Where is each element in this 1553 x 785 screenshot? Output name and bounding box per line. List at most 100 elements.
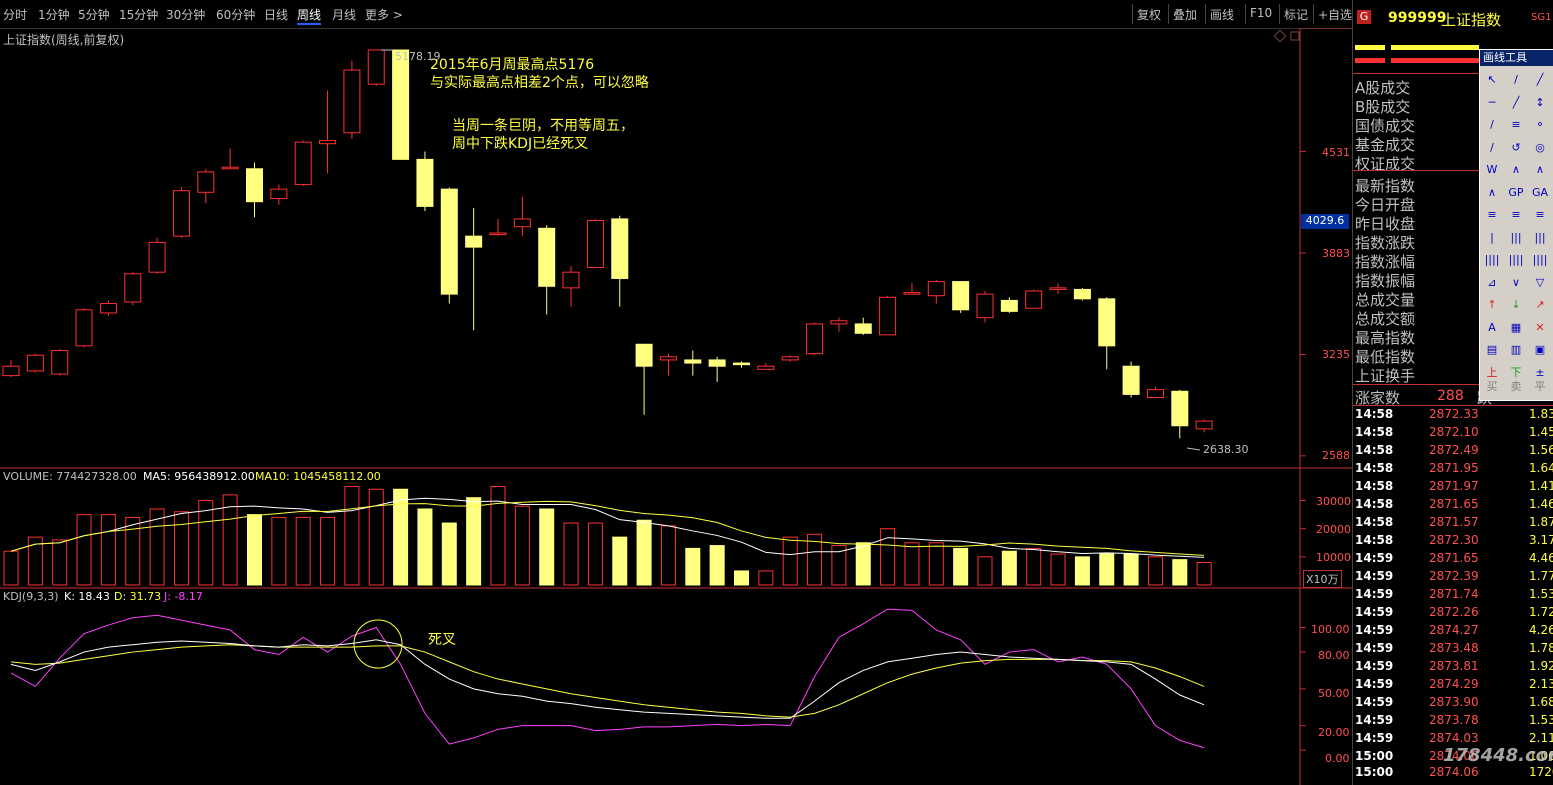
period-tab-0[interactable]: 分时 — [3, 6, 27, 23]
period-tab-9[interactable]: 更多 > — [365, 6, 403, 23]
drawing-tool-icon[interactable]: ∧ — [1506, 160, 1526, 180]
quote-field-11: 总成交量 — [1355, 291, 1416, 309]
volume-label: VOLUME: 774427328.00 — [3, 470, 137, 483]
quote-field-3: 基金成交 — [1355, 136, 1416, 154]
tick-volume: 1.72 — [1529, 605, 1553, 619]
toolbar-button-3[interactable]: F10 — [1250, 6, 1272, 20]
tick-volume: 3.17 — [1529, 533, 1553, 547]
candle-body — [440, 188, 458, 295]
drawing-tool-icon[interactable]: ⊿ — [1482, 273, 1502, 293]
drawing-tool-icon[interactable]: / — [1482, 115, 1502, 135]
drawing-tool-icon[interactable]: ╱ — [1530, 70, 1550, 90]
drawing-tool-icon[interactable]: ╱ — [1506, 93, 1526, 113]
toolbar-button-5[interactable]: +自选 — [1318, 6, 1352, 23]
drawing-tools-title: 画线工具 — [1480, 50, 1553, 66]
volume-bar — [368, 488, 384, 586]
drawing-tool-icon[interactable]: ∨ — [1506, 273, 1526, 293]
drawing-tool-icon[interactable]: ↓ — [1506, 295, 1526, 315]
drawing-tool-icon[interactable]: |||| — [1530, 250, 1550, 270]
tick-volume: 4.26 — [1529, 623, 1553, 637]
period-tab-8[interactable]: 月线 — [332, 6, 356, 23]
drawing-tool-icon[interactable]: ≡ — [1530, 205, 1550, 225]
drawing-tool-icon[interactable]: ≡ — [1506, 205, 1526, 225]
drawing-tool-icon[interactable]: ↕ — [1530, 93, 1550, 113]
drawing-tool-icon[interactable]: A — [1482, 318, 1502, 338]
candle-body — [1049, 287, 1067, 290]
trade-button-2[interactable]: 平 — [1530, 377, 1550, 397]
candle-body — [1073, 288, 1091, 300]
drawing-tool-icon[interactable]: ◎ — [1530, 138, 1550, 158]
drawing-tool-icon[interactable]: ▥ — [1506, 340, 1526, 360]
period-tab-4[interactable]: 30分钟 — [166, 6, 205, 23]
volume-bar — [222, 494, 238, 586]
tick-volume: 1.92 — [1529, 659, 1553, 673]
volume-bar — [734, 570, 749, 586]
drawing-tool-icon[interactable]: ≡ — [1482, 205, 1502, 225]
toolbar-button-0[interactable]: 复权 — [1137, 6, 1161, 23]
quote-field-13: 最高指数 — [1355, 329, 1416, 347]
drawing-tool-icon[interactable]: / — [1506, 70, 1526, 90]
tick-volume: 1.83 — [1529, 407, 1553, 421]
drawing-tool-icon[interactable]: W — [1482, 160, 1502, 180]
period-tab-3[interactable]: 15分钟 — [119, 6, 158, 23]
kline-svg[interactable] — [0, 28, 1352, 785]
drawing-tool-icon[interactable]: GA — [1530, 183, 1550, 203]
volume-bar — [636, 519, 652, 586]
volume-bar — [782, 536, 798, 586]
period-tab-7[interactable]: 周线 — [297, 6, 322, 25]
tick-price: 2872.49 — [1429, 443, 1479, 457]
trade-button-1[interactable]: 卖 — [1506, 377, 1526, 397]
period-tab-1[interactable]: 1分钟 — [38, 6, 70, 23]
volume-bar — [1026, 547, 1042, 586]
drawing-tool-icon[interactable]: ||| — [1530, 228, 1550, 248]
volume-bar — [295, 516, 311, 586]
tick-price: 2874.03 — [1429, 731, 1479, 745]
drawing-tool-icon[interactable]: ||| — [1506, 228, 1526, 248]
tick-volume: 1.68 — [1529, 695, 1553, 709]
candle-body — [1122, 365, 1140, 395]
drawing-tool-icon[interactable]: ✕ — [1530, 318, 1550, 338]
tick-price: 2871.65 — [1429, 551, 1479, 565]
drawing-tool-icon[interactable]: ∧ — [1530, 160, 1550, 180]
candle-body — [830, 320, 848, 325]
watermark: 178448.com — [1443, 745, 1553, 766]
quote-field-15: 上证换手 — [1355, 367, 1416, 385]
drawing-tool-icon[interactable]: ─ — [1482, 93, 1502, 113]
drawing-tool-icon[interactable]: ▽ — [1530, 273, 1550, 293]
drawing-tool-icon[interactable]: GP — [1506, 183, 1526, 203]
tick-volume: 2.11 — [1529, 731, 1553, 745]
drawing-tool-icon[interactable]: |||| — [1506, 250, 1526, 270]
drawing-tool-icon[interactable]: ↗ — [1530, 295, 1550, 315]
candle-body — [854, 323, 872, 334]
candle-body — [952, 281, 970, 311]
kdj-k-line — [10, 639, 1205, 719]
drawing-tool-icon[interactable]: ∧ — [1482, 183, 1502, 203]
drawing-tool-icon[interactable]: ▦ — [1506, 318, 1526, 338]
tick-time: 15:00 — [1355, 749, 1394, 763]
drawing-tool-icon[interactable]: ↺ — [1506, 138, 1526, 158]
trade-button-0[interactable]: 买 — [1482, 377, 1502, 397]
drawing-tool-icon[interactable]: ▤ — [1482, 340, 1502, 360]
drawing-tool-icon[interactable]: ⚬ — [1530, 115, 1550, 135]
period-tab-6[interactable]: 日线 — [264, 6, 288, 23]
annotation-cross-line1: 当周一条巨阴，不用等周五， — [452, 118, 634, 134]
annotation-death-cross: 死叉 — [428, 632, 456, 648]
period-tab-5[interactable]: 60分钟 — [216, 6, 255, 23]
drawing-tool-icon[interactable]: ≡ — [1506, 115, 1526, 135]
period-tab-2[interactable]: 5分钟 — [78, 6, 110, 23]
drawing-tool-icon[interactable]: |||| — [1482, 250, 1502, 270]
tick-volume: 1.78 — [1529, 641, 1553, 655]
tick-row: 14:59 2874.29 2.13 — [1353, 677, 1553, 695]
candle-body — [319, 140, 337, 145]
drawing-tool-icon[interactable]: | — [1482, 228, 1502, 248]
tick-price: 2873.78 — [1429, 713, 1479, 727]
toolbar-separator — [1168, 4, 1169, 24]
tick-time: 14:58 — [1355, 425, 1394, 439]
drawing-tool-icon[interactable]: / — [1482, 138, 1502, 158]
toolbar-button-1[interactable]: 叠加 — [1173, 6, 1197, 23]
drawing-tool-icon[interactable]: ↖ — [1482, 70, 1502, 90]
toolbar-button-4[interactable]: 标记 — [1284, 6, 1308, 23]
drawing-tool-icon[interactable]: ↑ — [1482, 295, 1502, 315]
drawing-tool-icon[interactable]: ▣ — [1530, 340, 1550, 360]
toolbar-button-2[interactable]: 画线 — [1210, 6, 1234, 23]
